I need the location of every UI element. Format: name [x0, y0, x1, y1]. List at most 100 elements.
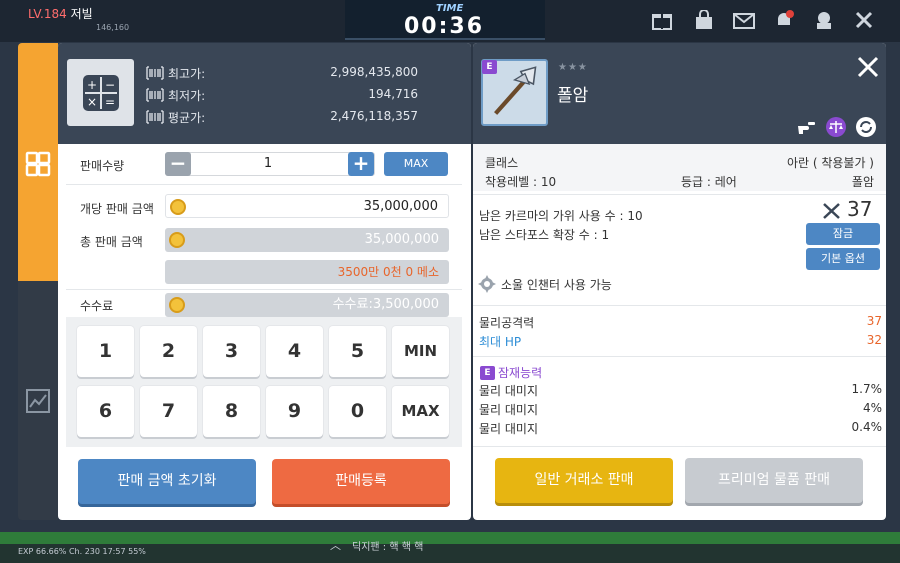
total-price-display: 35,000,000 — [165, 228, 449, 252]
compare-scale-icon[interactable] — [825, 116, 847, 138]
item-name: 폴암 — [557, 86, 589, 106]
premium-sell-button[interactable]: 프리미엄 물품 판매 — [685, 458, 863, 503]
key-6[interactable]: 6 — [77, 386, 134, 437]
unit-price-input[interactable]: 35,000,000 — [165, 194, 449, 218]
divider — [66, 289, 462, 290]
power-value: 37 — [847, 197, 873, 221]
general-market-sell-button[interactable]: 일반 거래소 판매 — [495, 458, 673, 503]
key-1[interactable]: 1 — [77, 326, 134, 377]
quantity-value[interactable]: 1 — [198, 156, 338, 171]
key-5[interactable]: 5 — [329, 326, 386, 377]
meso-coin-icon — [169, 232, 185, 248]
item-stars: ★★★ — [558, 62, 588, 73]
side-tabs — [18, 43, 58, 520]
key-max[interactable]: MAX — [392, 386, 449, 437]
stat-name-hp: 최대 HP — [479, 335, 522, 349]
lowest-price-value: 194,716 — [368, 87, 418, 101]
sell-panel: + − × = 최고가: 2,998,435,800 최저가: 194,716 평균가… — [58, 43, 471, 520]
total-price-value: 35,000,000 — [364, 232, 439, 247]
key-7[interactable]: 7 — [140, 386, 197, 437]
crossed-swords-icon — [821, 201, 843, 221]
key-8[interactable]: 8 — [203, 386, 260, 437]
chat-preview[interactable]: 딕지팬 : 핵 핵 핵 — [352, 538, 423, 553]
key-0[interactable]: 0 — [329, 386, 386, 437]
divider — [66, 184, 462, 185]
quantity-label: 판매수량 — [80, 159, 125, 173]
meso-coin-icon — [170, 199, 186, 215]
divider — [473, 194, 886, 195]
lowest-price-label: 최저가: — [168, 89, 206, 103]
quantity-max-button[interactable]: MAX — [384, 152, 448, 176]
divider — [473, 305, 886, 306]
svg-text:−: − — [104, 78, 114, 92]
potential-name-3: 물리 대미지 — [479, 422, 539, 436]
highest-price-row: 최고가: 2,998,435,800 — [146, 65, 418, 85]
register-sale-button[interactable]: 판매등록 — [272, 459, 450, 504]
fee-value: 수수료:3,500,000 — [332, 297, 439, 312]
key-9[interactable]: 9 — [266, 386, 323, 437]
svg-text:+: + — [86, 78, 96, 92]
game-hud-top: LV.184 저빌 146,160 TIME 00:36 — [0, 0, 900, 42]
reset-price-button[interactable]: 판매 금액 초기화 — [78, 459, 256, 504]
required-level: 착용레벨 : 10 — [485, 175, 557, 189]
stat-value-attack: 37 — [866, 314, 882, 328]
potential-value-2: 4% — [862, 401, 882, 415]
potential-value-1: 1.7% — [851, 382, 883, 396]
svg-text:=: = — [104, 95, 114, 109]
chat-expand-icon[interactable]: ︿ — [330, 537, 341, 553]
potential-grade-badge: E — [480, 366, 495, 380]
unit-price-label: 개당 판매 금액 — [80, 202, 154, 216]
scissors-count: 남은 카르마의 가위 사용 수 : 10 — [479, 209, 643, 223]
unit-price-value: 35,000,000 — [363, 199, 438, 214]
notification-bell-icon[interactable] — [772, 10, 796, 30]
grid-icon — [25, 151, 51, 177]
barcode-icon — [146, 66, 164, 80]
key-2[interactable]: 2 — [140, 326, 197, 377]
highest-price-value: 2,998,435,800 — [330, 65, 418, 79]
hand-point-icon[interactable] — [795, 116, 817, 138]
tab-sell[interactable] — [18, 43, 58, 281]
starforce-count: 남은 스타포스 확장 수 : 1 — [479, 228, 610, 242]
close-icon[interactable] — [856, 55, 880, 79]
divider — [473, 446, 886, 447]
average-price-value: 2,476,118,357 — [330, 109, 418, 123]
price-chart-icon[interactable] — [25, 388, 51, 414]
key-min[interactable]: MIN — [392, 326, 449, 377]
lowest-price-row: 최저가: 194,716 — [146, 87, 418, 107]
potential-name-2: 물리 대미지 — [479, 403, 539, 417]
key-3[interactable]: 3 — [203, 326, 260, 377]
stat-value-hp: 32 — [866, 333, 882, 347]
average-price-row: 평균가: 2,476,118,357 — [146, 109, 418, 129]
divider — [473, 356, 886, 357]
svg-text:×: × — [86, 95, 96, 109]
timer-value: 00:36 — [404, 14, 485, 39]
lock-button[interactable]: 잠금 — [806, 223, 880, 245]
stat-name-attack: 물리공격력 — [479, 316, 535, 330]
status-text: EXP 66.66% Ch. 230 17:57 55% — [18, 547, 146, 556]
shop-bag-icon[interactable] — [692, 9, 716, 30]
quantity-minus-button[interactable]: − — [165, 152, 191, 176]
quantity-plus-button[interactable]: + — [348, 152, 374, 176]
character-icon[interactable] — [812, 10, 836, 30]
item-rank: 등급 : 레어 — [681, 175, 737, 189]
meso-coin-icon — [169, 297, 185, 313]
base-option-button[interactable]: 기본 옵션 — [806, 248, 880, 270]
potential-name-1: 물리 대미지 — [479, 384, 539, 398]
barcode-icon — [146, 88, 164, 102]
refresh-icon[interactable] — [855, 116, 877, 138]
soul-enchanter-icon — [477, 274, 497, 294]
class-label: 클래스 — [485, 156, 519, 170]
mail-icon[interactable] — [732, 10, 756, 30]
fee-label: 수수료 — [80, 299, 114, 313]
menu-close-icon[interactable] — [852, 10, 876, 30]
soul-enchanter-label: 소울 인챈터 사용 가능 — [501, 278, 612, 292]
item-grade-badge: E — [482, 60, 497, 74]
total-price-korean: 3500만 0천 0 메소 — [165, 260, 449, 284]
gift-icon[interactable] — [650, 10, 674, 30]
potential-value-3: 0.4% — [851, 420, 883, 434]
average-price-label: 평균가: — [168, 111, 206, 125]
price-info-header: + − × = 최고가: 2,998,435,800 최저가: 194,716 평균가… — [58, 43, 471, 144]
timer-label: TIME — [436, 3, 464, 14]
fee-display: 수수료:3,500,000 — [165, 293, 449, 317]
key-4[interactable]: 4 — [266, 326, 323, 377]
